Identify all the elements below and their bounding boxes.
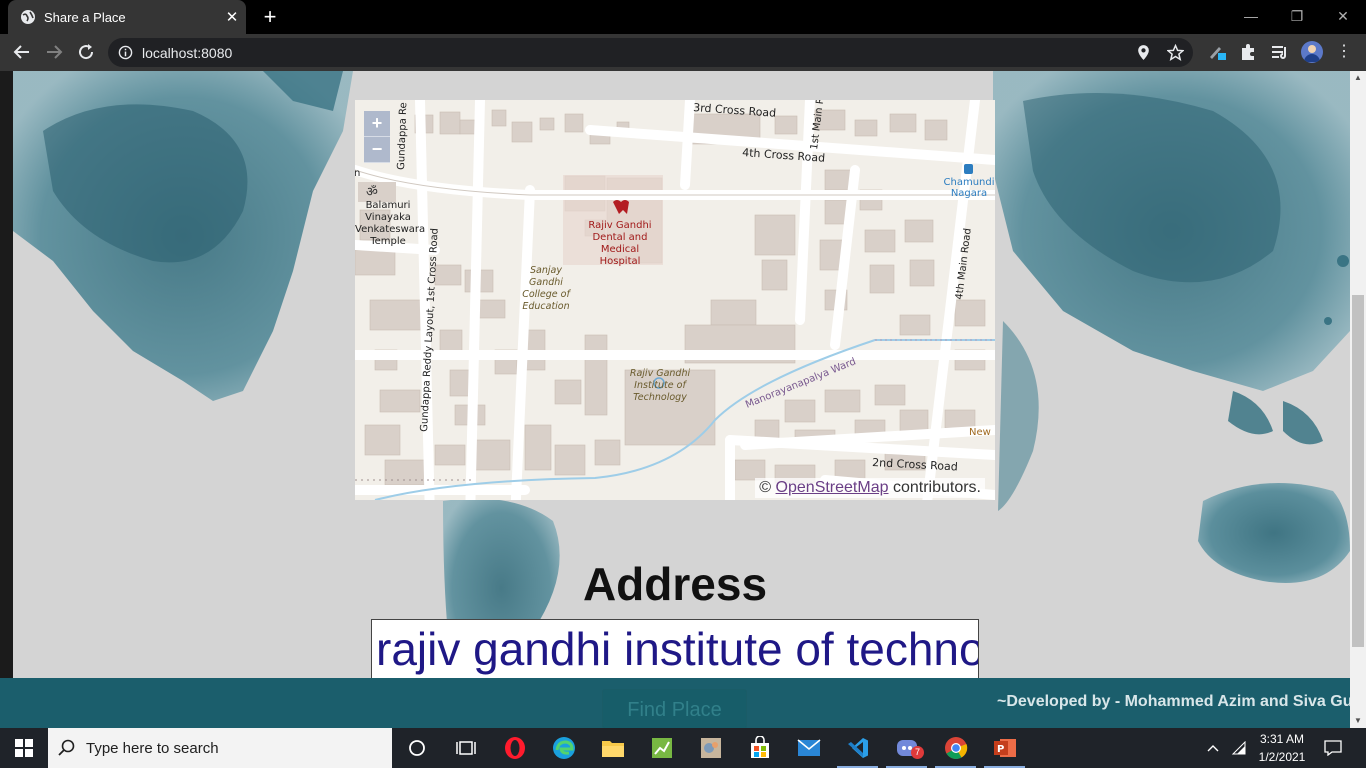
tab-share-a-place[interactable]: Share a Place ✕ [8,0,246,34]
show-hidden-icons-button[interactable] [1202,728,1224,768]
map-tiles[interactable]: ॐ 3rd Cross Road 4th Cross Road 1st Main… [355,100,995,500]
taskbar-search-box[interactable]: Type here to search [48,728,392,768]
location-pin-icon[interactable] [1135,44,1152,61]
address-heading: Address [582,558,768,610]
user-avatar-icon [1304,45,1320,62]
powerpoint-icon: P [993,739,1016,757]
chart-app-icon [651,738,672,758]
globe-icon [20,9,36,25]
label-edge-n: n [355,168,360,179]
find-place-button[interactable]: Find Place [602,689,747,728]
clock-date: 1/2/2021 [1258,750,1306,764]
wifi-icon [1231,741,1246,755]
zoom-control: + − [364,111,390,163]
address-input[interactable]: rajiv gandhi institute of technology [371,619,979,679]
game-app-icon [700,738,721,758]
map-attribution: © OpenStreetMap contributors. [755,478,985,498]
taskbar-app-chart[interactable] [637,728,686,768]
network-button[interactable] [1228,728,1250,768]
back-button[interactable] [9,39,35,65]
address-bar[interactable]: localhost:8080 [108,38,1193,67]
windows-taskbar: Type here to search 7 P 3:31 AM 1/2/2021 [0,728,1366,768]
taskbar-powerpoint[interactable]: P [980,728,1029,768]
scroll-down-arrow-icon[interactable]: ▼ [1350,714,1366,728]
search-placeholder: Type here to search [86,739,219,757]
taskbar-store[interactable] [735,728,784,768]
taskbar-vscode[interactable] [833,728,882,768]
reload-button[interactable] [73,39,99,65]
vertical-scrollbar[interactable]: ▲ ▼ [1350,71,1366,728]
back-arrow-icon [13,45,29,59]
label-gundappa: Gundappa Re [396,102,409,170]
info-icon[interactable] [118,45,133,60]
zoom-in-button[interactable]: + [364,111,390,137]
reload-icon [79,44,94,60]
page-footer: Find Place ~Developed by - Mohammed Azim… [0,678,1366,728]
cortana-button[interactable] [392,728,441,768]
search-icon [58,739,75,756]
taskbar-opera[interactable] [490,728,539,768]
discord-badge: 7 [911,746,924,759]
chrome-icon [944,737,967,759]
notification-icon [1324,740,1342,756]
vscode-icon [847,738,868,758]
svg-text:P: P [997,744,1004,755]
scroll-up-arrow-icon[interactable]: ▲ [1350,71,1366,85]
copyright-symbol: © [759,479,772,496]
label-college: Sanjay Gandhi College of Education [522,265,570,312]
clock-time: 3:31 AM [1259,732,1305,746]
browser-tab-bar: Share a Place ✕ + — ❐ ✕ [0,0,1366,34]
close-window-button[interactable]: ✕ [1320,0,1366,34]
folder-icon [601,741,624,757]
map-widget[interactable]: ॐ 3rd Cross Road 4th Cross Road 1st Main… [355,100,995,500]
browser-toolbar: localhost:8080 ⋮ [0,34,1366,71]
opera-icon [504,737,525,759]
start-button[interactable] [0,728,48,768]
label-new: New I [969,427,995,438]
task-view-icon [455,741,476,755]
store-bag-icon [750,736,769,758]
label-institute: Rajiv Gandhi Institute of Technology [629,368,691,403]
taskbar-file-explorer[interactable] [588,728,637,768]
label-chamundi: Chamundi Nagara [943,177,995,199]
action-center-button[interactable] [1320,728,1346,768]
label-hospital: Rajiv Gandhi Dental and Medical Hospital [588,220,652,267]
taskbar-clock[interactable]: 3:31 AM 1/2/2021 [1252,730,1312,766]
temple-icon: ॐ [366,185,378,200]
bus-stop-icon [964,164,973,174]
forward-button[interactable] [41,39,67,65]
tab-title: Share a Place [44,9,126,25]
bookmark-star-icon[interactable] [1167,44,1184,61]
task-view-button[interactable] [441,728,490,768]
edge-icon [552,737,575,759]
browser-menu-icon[interactable]: ⋮ [1336,42,1352,62]
windows-logo-icon [15,739,33,757]
taskbar-app-game[interactable] [686,728,735,768]
taskbar-edge[interactable] [539,728,588,768]
profile-avatar[interactable] [1301,41,1323,63]
attribution-suffix: contributors. [892,479,981,496]
url-text: localhost:8080 [142,45,233,61]
extensions-puzzle-icon[interactable] [1238,42,1258,62]
mail-icon [796,739,821,756]
openstreetmap-link[interactable]: OpenStreetMap [776,479,889,496]
page-viewport: ॐ 3rd Cross Road 4th Cross Road 1st Main… [0,71,1366,728]
new-tab-button[interactable]: + [258,4,282,30]
restore-button[interactable]: ❐ [1274,0,1320,34]
extension-pen-icon[interactable] [1207,42,1227,62]
taskbar-chrome[interactable] [931,728,980,768]
tab-close-icon[interactable]: ✕ [220,8,244,26]
taskbar-mail[interactable] [784,728,833,768]
forward-arrow-icon [47,45,63,59]
zoom-out-button[interactable]: − [364,137,390,163]
scrollbar-thumb[interactable] [1352,295,1364,647]
media-queue-icon[interactable] [1270,42,1290,62]
taskbar-discord[interactable]: 7 [882,728,931,768]
label-temple: Balamuri Vinayaka Venkateswara Temple [355,200,426,247]
chevron-up-icon [1207,745,1219,752]
cortana-circle-icon [408,740,425,756]
minimize-button[interactable]: — [1228,0,1274,34]
developed-by-text: ~Developed by - Mohammed Azim and Siva G… [997,693,1366,710]
